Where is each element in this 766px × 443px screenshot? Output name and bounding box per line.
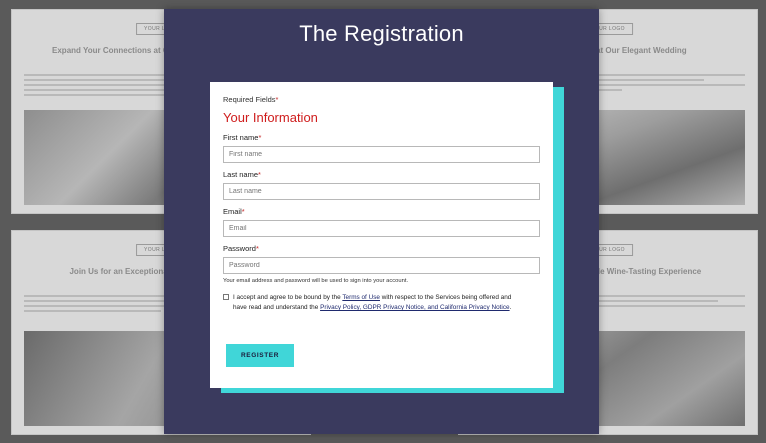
first-name-label: First name* — [223, 133, 262, 142]
email-label: Email* — [223, 207, 245, 216]
first-name-input[interactable] — [223, 146, 540, 163]
terms-of-use-link[interactable]: Terms of Use — [342, 294, 380, 301]
email-input[interactable] — [223, 220, 540, 237]
required-fields-note: Required Fields* — [223, 95, 279, 104]
modal-title: The Registration — [299, 21, 464, 46]
section-title: Your Information — [223, 110, 318, 125]
password-input[interactable] — [223, 257, 540, 274]
last-name-label: Last name* — [223, 170, 261, 179]
password-label: Password* — [223, 244, 259, 253]
consent-text: I accept and agree to be bound by the Te… — [233, 294, 512, 311]
password-hint: Your email address and password will be … — [223, 278, 409, 284]
privacy-policy-link[interactable]: Privacy Policy, GDPR Privacy Notice, and… — [320, 304, 510, 311]
registration-modal: The Registration Required Fields* Your I… — [164, 9, 599, 434]
last-name-input[interactable] — [223, 183, 540, 200]
registration-form: Required Fields* Your Information First … — [210, 82, 553, 388]
consent-checkbox[interactable] — [223, 294, 229, 300]
consent-row: I accept and agree to be bound by the Te… — [223, 293, 540, 313]
register-button[interactable]: REGISTER — [226, 344, 294, 367]
